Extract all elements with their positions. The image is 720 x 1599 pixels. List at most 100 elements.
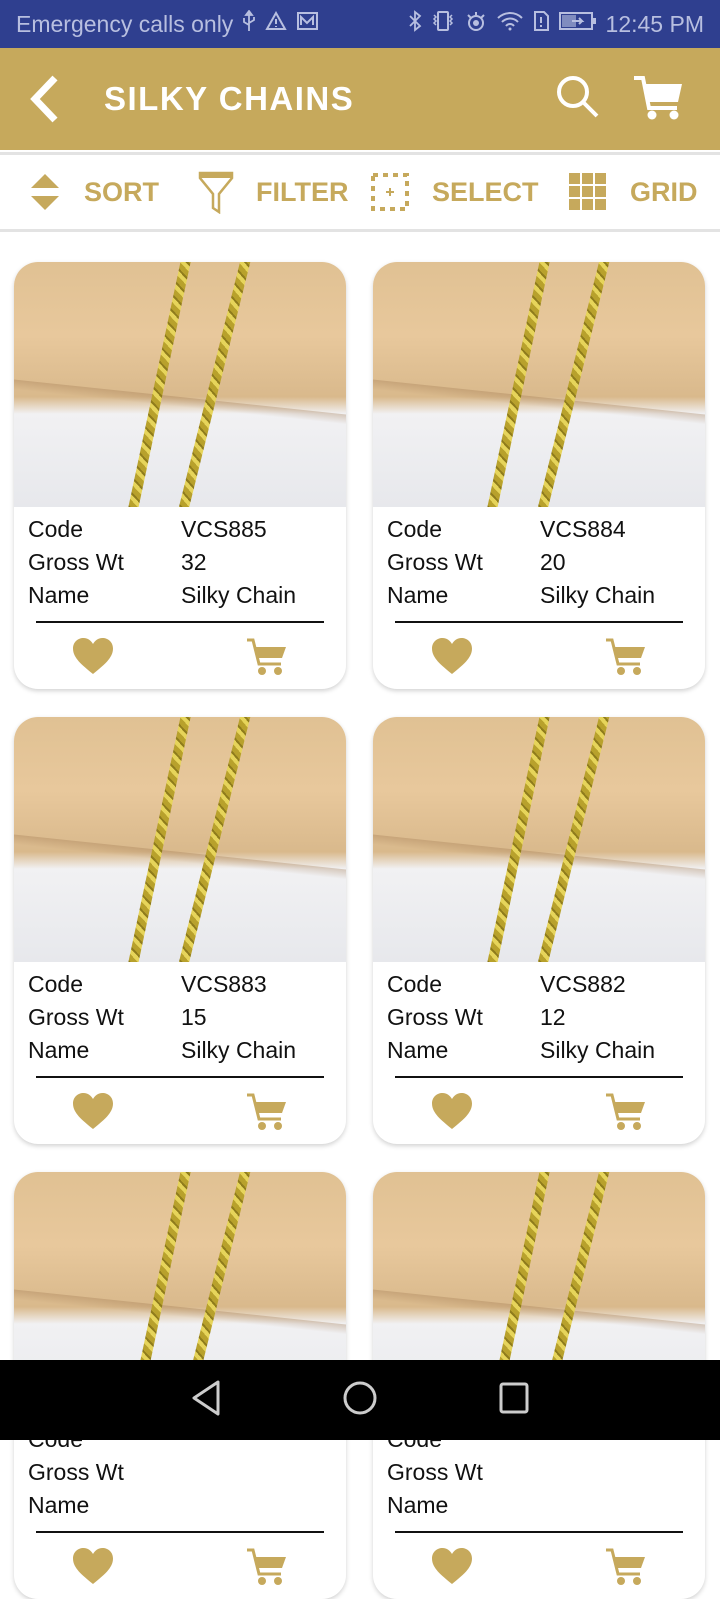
nav-recents-button[interactable]: [498, 1381, 530, 1420]
name-row: Name Silky Chain: [387, 1034, 691, 1067]
name-label: Name: [387, 582, 449, 608]
gross-wt-label: Gross Wt: [387, 1004, 483, 1030]
status-bar: Emergency calls only 12:45 PM: [0, 0, 720, 48]
back-button[interactable]: [4, 48, 84, 150]
gross-wt-value: 15: [181, 1004, 207, 1030]
sort-icon: [31, 174, 59, 210]
cart-icon: [247, 638, 286, 675]
code-label: Code: [28, 516, 83, 542]
add-to-cart-button[interactable]: [605, 1547, 647, 1592]
filter-label: FILTER: [256, 176, 349, 207]
heart-icon: [432, 1548, 472, 1584]
recents-square-icon: [499, 1382, 529, 1413]
name-value: Silky Chain: [540, 582, 656, 608]
heart-icon: [432, 1093, 472, 1129]
product-image[interactable]: [373, 262, 705, 507]
wishlist-button[interactable]: [431, 1092, 473, 1137]
cart-icon: [606, 1093, 645, 1130]
product-card[interactable]: Code VCS883 Gross Wt 15 Name Silky Chain: [14, 717, 346, 1144]
page-title: SILKY CHAINS: [104, 80, 355, 117]
nav-home-button[interactable]: [342, 1380, 378, 1421]
code-row: Code VCS883: [28, 968, 332, 1001]
filter-button[interactable]: FILTER: [198, 170, 370, 214]
code-row: Code VCS885: [28, 513, 332, 546]
cart-icon: [606, 638, 645, 675]
wishlist-button[interactable]: [431, 1547, 473, 1592]
name-row: Name Silky Chain: [28, 1034, 332, 1067]
name-row: Name: [387, 1489, 691, 1522]
gross-wt-label: Gross Wt: [387, 1459, 483, 1485]
name-value: Silky Chain: [181, 1037, 297, 1063]
heart-icon: [73, 638, 113, 674]
wifi-icon: [496, 10, 524, 38]
cart-icon: [247, 1093, 286, 1130]
code-label: Code: [387, 516, 442, 542]
gross-wt-value: 20: [540, 549, 566, 575]
wishlist-button[interactable]: [72, 637, 114, 682]
heart-icon: [432, 638, 472, 674]
nav-back-button[interactable]: [190, 1380, 222, 1421]
product-card[interactable]: Code VCS884 Gross Wt 20 Name Silky Chain: [373, 262, 705, 689]
name-row: Name Silky Chain: [387, 579, 691, 612]
carrier-text: Emergency calls only: [16, 10, 234, 37]
gross-wt-label: Gross Wt: [28, 1459, 124, 1485]
search-icon: [557, 75, 599, 117]
cart-button[interactable]: [632, 73, 684, 126]
code-value: VCS882: [540, 971, 626, 997]
vibrate-icon: [430, 10, 456, 38]
name-value: Silky Chain: [181, 582, 297, 608]
product-image[interactable]: [14, 262, 346, 507]
product-card[interactable]: Code VCS882 Gross Wt 12 Name Silky Chain: [373, 717, 705, 1144]
gross-wt-label: Gross Wt: [28, 1004, 124, 1030]
gross-wt-label: Gross Wt: [28, 549, 124, 575]
gross-wt-row: Gross Wt 20: [387, 546, 691, 579]
code-value: VCS884: [540, 516, 626, 542]
system-nav-bar: [0, 1360, 720, 1440]
name-label: Name: [28, 1037, 90, 1063]
add-to-cart-button[interactable]: [246, 637, 288, 682]
cart-icon: [606, 1548, 645, 1585]
app-bar: SILKY CHAINS: [0, 48, 720, 150]
grid-label: GRID: [630, 176, 698, 207]
home-circle-icon: [343, 1381, 377, 1414]
gross-wt-row: Gross Wt 15: [28, 1001, 332, 1034]
product-image[interactable]: [14, 717, 346, 962]
product-card[interactable]: Code VCS885 Gross Wt 32 Name Silky Chain: [14, 262, 346, 689]
heart-icon: [73, 1093, 113, 1129]
code-label: Code: [387, 971, 442, 997]
add-to-cart-button[interactable]: [605, 637, 647, 682]
sort-button[interactable]: SORT: [28, 172, 198, 212]
wishlist-button[interactable]: [72, 1547, 114, 1592]
add-to-cart-button[interactable]: [605, 1092, 647, 1137]
name-row: Name: [28, 1489, 332, 1522]
code-row: Code VCS884: [387, 513, 691, 546]
eye-icon: [464, 10, 488, 38]
name-label: Name: [28, 1492, 90, 1518]
wishlist-button[interactable]: [72, 1092, 114, 1137]
clock: 12:45 PM: [605, 10, 704, 37]
add-to-cart-button[interactable]: [246, 1092, 288, 1137]
gross-wt-label: Gross Wt: [387, 549, 483, 575]
heart-icon: [73, 1548, 113, 1584]
gross-wt-row: Gross Wt 12: [387, 1001, 691, 1034]
usb-icon: [241, 9, 257, 38]
select-button[interactable]: SELECT: [370, 172, 568, 212]
grid-icon: [569, 173, 606, 210]
gross-wt-value: 12: [540, 1004, 566, 1030]
wishlist-button[interactable]: [431, 637, 473, 682]
filter-icon: [198, 171, 234, 214]
product-image[interactable]: [373, 717, 705, 962]
name-value: Silky Chain: [540, 1037, 656, 1063]
sort-label: SORT: [84, 176, 160, 207]
add-to-cart-button[interactable]: [246, 1547, 288, 1592]
select-label: SELECT: [432, 176, 539, 207]
code-value: VCS885: [181, 516, 267, 542]
cart-icon: [247, 1548, 286, 1585]
gross-wt-row: Gross Wt: [387, 1456, 691, 1489]
code-value: VCS883: [181, 971, 267, 997]
search-button[interactable]: [554, 73, 602, 126]
warning-icon: [265, 10, 288, 37]
sim-alert-icon: [532, 10, 550, 38]
name-label: Name: [387, 1492, 449, 1518]
grid-button[interactable]: GRID: [568, 172, 698, 212]
